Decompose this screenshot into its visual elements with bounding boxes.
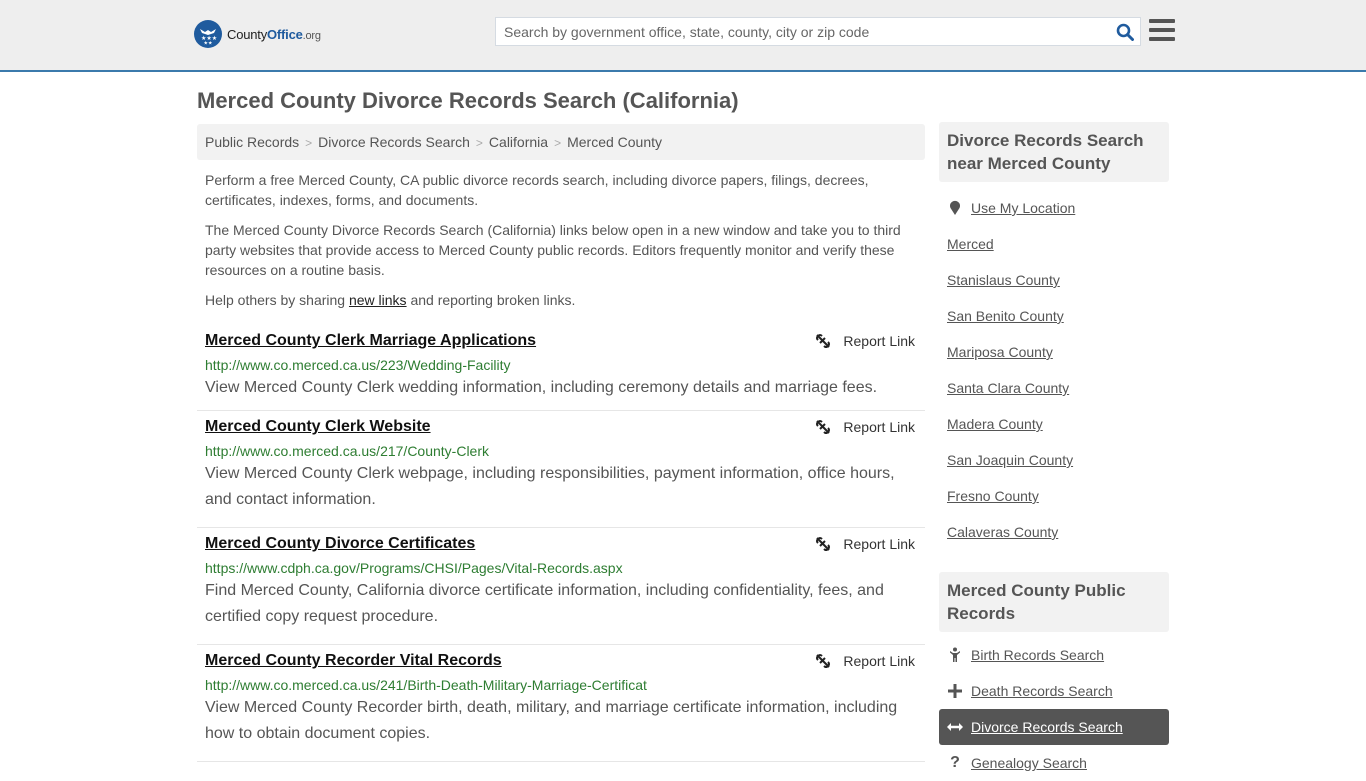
search-input[interactable] [496,18,1110,45]
sidebar-item-death-records: Death Records Search [947,673,1161,709]
nearby-item: Merced [947,226,1161,262]
intro-text: Perform a free Merced County, CA public … [205,170,920,320]
result-url: http://www.co.merced.ca.us/223/Wedding-F… [205,357,511,373]
nearby-link-san-joaquin[interactable]: San Joaquin County [947,452,1073,468]
cross-icon [947,684,963,698]
birth-records-link[interactable]: Birth Records Search [971,647,1104,663]
broken-link-icon [816,654,831,668]
result-url: http://www.co.merced.ca.us/241/Birth-Dea… [205,677,647,693]
logo-text: CountyOffice.org [227,26,321,42]
map-marker-icon [947,200,963,216]
search-bar [495,17,1141,46]
broken-link-icon [816,420,831,434]
menu-bar-icon [1149,28,1175,32]
results-list: Merced County Clerk Marriage Application… [197,325,925,762]
report-link-button[interactable]: Report Link [815,417,915,437]
svg-text:★★: ★★ [204,41,213,46]
result-description: View Merced County Recorder birth, death… [205,699,898,742]
page-title: Merced County Divorce Records Search (Ca… [197,88,739,113]
nearby-link-santa-clara[interactable]: Santa Clara County [947,380,1069,396]
report-link-button[interactable]: Report Link [815,651,915,671]
child-icon [947,647,963,663]
nearby-list: Use My Location Merced Stanislaus County… [939,190,1169,550]
intro-paragraph: Perform a free Merced County, CA public … [205,172,869,208]
result-description: Find Merced County, California divorce c… [205,582,884,625]
broken-link-icon [816,537,831,551]
nearby-sidebar: Divorce Records Search near Merced Count… [939,122,1169,550]
breadcrumb-separator: > [475,136,483,150]
public-records-heading: Merced County Public Records [939,572,1169,632]
use-my-location-link[interactable]: Use My Location [971,200,1075,216]
list-item: Merced County Clerk Marriage Application… [197,325,925,411]
public-records-list: Birth Records Search Death Records Searc… [939,637,1169,781]
list-item: Merced County Recorder Vital Records htt… [197,645,925,762]
death-records-link[interactable]: Death Records Search [971,683,1113,699]
sidebar-item-divorce-records: Divorce Records Search [939,709,1169,745]
result-title-link[interactable]: Merced County Clerk Marriage Application… [205,331,536,351]
nearby-item: Santa Clara County [947,370,1161,406]
search-icon [1116,23,1134,41]
site-logo[interactable]: ★★★ ★★ CountyOffice.org [194,20,321,48]
result-url: http://www.co.merced.ca.us/217/County-Cl… [205,443,490,459]
share-links-paragraph: Help others by sharing new links and rep… [205,292,576,308]
report-link-button[interactable]: Report Link [815,331,915,351]
new-links-link[interactable]: new links [349,292,407,308]
nearby-item: Fresno County [947,478,1161,514]
use-location-item: Use My Location [947,190,1161,226]
arrows-horizontal-icon [947,722,963,732]
nearby-link-stanislaus[interactable]: Stanislaus County [947,272,1060,288]
breadcrumb-separator: > [554,136,562,150]
result-url: https://www.cdph.ca.gov/Programs/CHSI/Pa… [205,560,623,576]
genealogy-search-link[interactable]: Genealogy Search [971,755,1087,771]
nearby-link-fresno[interactable]: Fresno County [947,488,1039,504]
hamburger-menu-button[interactable] [1149,19,1175,43]
intro-paragraph: The Merced County Divorce Records Search… [205,222,901,278]
result-title-link[interactable]: Merced County Recorder Vital Records [205,651,502,671]
nearby-link-calaveras[interactable]: Calaveras County [947,524,1058,540]
nearby-item: Madera County [947,406,1161,442]
breadcrumb-public-records[interactable]: Public Records [205,134,299,150]
search-button[interactable] [1110,18,1140,45]
breadcrumb-merced-county[interactable]: Merced County [567,134,662,150]
menu-bar-icon [1149,19,1175,23]
nearby-item: Calaveras County [947,514,1161,550]
nearby-link-mariposa[interactable]: Mariposa County [947,344,1053,360]
question-icon: ? [950,754,960,771]
eagle-stars-icon: ★★★ ★★ [194,20,222,48]
list-item: Merced County Divorce Certificates https… [197,528,925,645]
menu-bar-icon [1149,37,1175,41]
nearby-heading: Divorce Records Search near Merced Count… [939,122,1169,182]
nearby-item: San Benito County [947,298,1161,334]
list-item: Merced County Clerk Website http://www.c… [197,411,925,528]
nearby-link-san-benito[interactable]: San Benito County [947,308,1064,324]
nearby-item: Stanislaus County [947,262,1161,298]
nearby-item: Mariposa County [947,334,1161,370]
sidebar-item-birth-records: Birth Records Search [947,637,1161,673]
result-description: View Merced County Clerk webpage, includ… [205,465,895,508]
nearby-link-madera[interactable]: Madera County [947,416,1043,432]
result-description: View Merced County Clerk wedding informa… [205,379,878,396]
site-header: ★★★ ★★ CountyOffice.org [0,0,1366,72]
divorce-records-link[interactable]: Divorce Records Search [971,719,1123,735]
nearby-item: San Joaquin County [947,442,1161,478]
public-records-sidebar: Merced County Public Records Birth Recor… [939,572,1169,781]
breadcrumb-divorce-records-search[interactable]: Divorce Records Search [318,134,470,150]
breadcrumb-california[interactable]: California [489,134,548,150]
broken-link-icon [816,334,831,348]
result-title-link[interactable]: Merced County Divorce Certificates [205,534,475,554]
breadcrumb: Public Records > Divorce Records Search > Ca… [197,124,925,160]
breadcrumb-separator: > [305,136,313,150]
result-title-link[interactable]: Merced County Clerk Website [205,417,431,437]
nearby-link-merced[interactable]: Merced [947,236,994,252]
report-link-button[interactable]: Report Link [815,534,915,554]
sidebar-item-genealogy: ? Genealogy Search [947,745,1161,781]
